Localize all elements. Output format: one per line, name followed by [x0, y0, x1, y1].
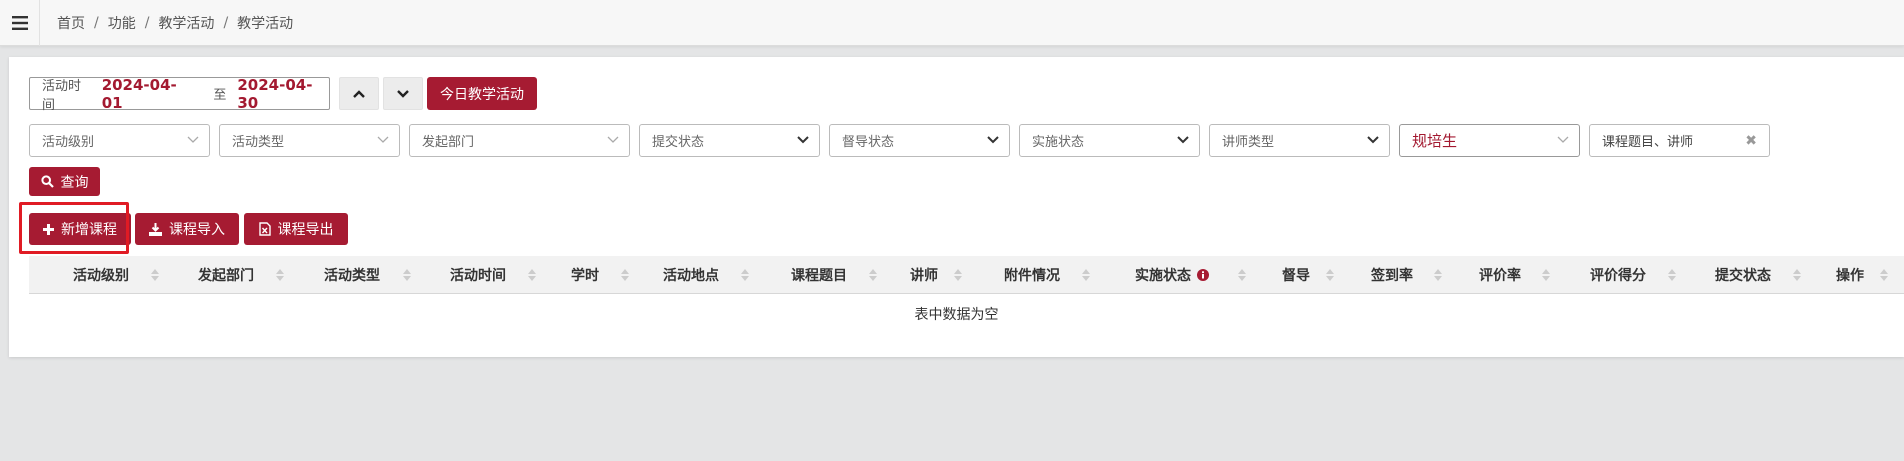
- export-course-label: 课程导出: [277, 222, 334, 238]
- chevron-down-icon: [797, 136, 809, 144]
- activity-type-select[interactable]: 活动类型: [219, 124, 400, 157]
- breadcrumb-separator: /: [94, 15, 99, 31]
- column-header-hours[interactable]: 学时: [571, 256, 599, 294]
- top-bar: 首页 / 功能 / 教学活动 / 教学活动: [0, 0, 1904, 46]
- hamburger-icon: [11, 16, 28, 30]
- search-icon: [40, 175, 54, 188]
- sort-icon[interactable]: [1793, 269, 1801, 281]
- sort-icon[interactable]: [1668, 269, 1676, 281]
- trainee-type-select[interactable]: 规培生: [1399, 124, 1580, 157]
- breadcrumb-home[interactable]: 首页: [57, 13, 85, 33]
- breadcrumb-separator: /: [144, 15, 150, 31]
- import-course-label: 课程导入: [169, 222, 225, 238]
- sort-icon[interactable]: [1880, 269, 1888, 281]
- search-button-label: 查询: [60, 174, 89, 191]
- chevron-down-icon: [1557, 136, 1569, 143]
- menu-toggle-button[interactable]: [0, 0, 40, 46]
- sort-icon[interactable]: [954, 269, 962, 281]
- keyword-search-input[interactable]: 课程题目、讲师 ✖: [1589, 124, 1770, 157]
- activity-level-placeholder: 活动级别: [42, 135, 95, 150]
- table-header: 活动级别 发起部门 活动类型 活动时间 学时 活动地点 课程题目 讲师 附件情况…: [29, 256, 1904, 294]
- column-header-lecturer[interactable]: 讲师: [910, 256, 938, 294]
- column-header-attachments[interactable]: 附件情况: [1004, 256, 1060, 294]
- previous-period-button[interactable]: [339, 77, 379, 110]
- export-course-button[interactable]: 课程导出: [244, 213, 348, 245]
- column-header-actions: 操作: [1836, 268, 1864, 284]
- breadcrumb-separator: /: [223, 15, 229, 31]
- column-header-evaluation-rate[interactable]: 评价率: [1479, 256, 1521, 294]
- column-header-activity-type[interactable]: 活动类型: [324, 256, 380, 294]
- submit-status-select[interactable]: 提交状态: [639, 124, 820, 157]
- lecturer-type-placeholder: 讲师类型: [1222, 135, 1275, 150]
- column-header-submit-status[interactable]: 提交状态: [1715, 256, 1771, 294]
- search-button[interactable]: 查询: [29, 167, 100, 196]
- column-header-attendance-rate[interactable]: 签到率: [1371, 256, 1413, 294]
- column-header-supervision[interactable]: 督导: [1282, 256, 1310, 294]
- sort-icon[interactable]: [403, 269, 411, 281]
- date-end[interactable]: 2024-04-30: [237, 76, 329, 112]
- supervision-status-select[interactable]: 督导状态: [829, 124, 1010, 157]
- department-select[interactable]: 发起部门: [409, 124, 630, 157]
- sort-icon[interactable]: [1542, 269, 1550, 281]
- column-header-implementation-status[interactable]: 实施状态: [1135, 256, 1191, 294]
- breadcrumb-function[interactable]: 功能: [108, 13, 136, 33]
- chevron-up-icon: [353, 89, 365, 98]
- sort-icon[interactable]: [1326, 269, 1334, 281]
- column-header-department[interactable]: 发起部门: [198, 256, 254, 294]
- chevron-down-icon: [987, 136, 999, 144]
- main-panel: 活动时间 2024-04-01 至 2024-04-30 今日教学活动 活动级别…: [9, 57, 1904, 357]
- sort-icon[interactable]: [869, 269, 877, 281]
- breadcrumb: 首页 / 功能 / 教学活动 / 教学活动: [57, 0, 293, 46]
- breadcrumb-current: 教学活动: [237, 16, 294, 32]
- sort-icon[interactable]: [1238, 269, 1246, 281]
- info-icon[interactable]: [1197, 269, 1209, 281]
- trainee-type-value: 规培生: [1412, 132, 1458, 150]
- sort-icon[interactable]: [1082, 269, 1090, 281]
- table-empty-message: 表中数据为空: [914, 307, 999, 323]
- selection-highlight: [19, 202, 129, 254]
- date-range-picker[interactable]: 活动时间 2024-04-01 至 2024-04-30: [29, 76, 330, 113]
- chevron-down-icon: [377, 136, 389, 143]
- activity-level-select[interactable]: 活动级别: [29, 124, 210, 157]
- implementation-status-select[interactable]: 实施状态: [1019, 124, 1200, 157]
- sort-icon[interactable]: [741, 269, 749, 281]
- supervision-status-placeholder: 督导状态: [842, 135, 895, 150]
- keyword-search-placeholder: 课程题目、讲师: [1602, 135, 1694, 150]
- sort-icon[interactable]: [528, 269, 536, 281]
- chevron-down-icon: [1177, 136, 1189, 144]
- chevron-down-icon: [607, 136, 619, 143]
- excel-file-icon: [258, 222, 271, 236]
- submit-status-placeholder: 提交状态: [652, 135, 705, 150]
- next-period-button[interactable]: [383, 77, 423, 110]
- chevron-down-icon: [1367, 136, 1379, 144]
- sort-icon[interactable]: [1434, 269, 1442, 281]
- date-start[interactable]: 2024-04-01: [102, 76, 194, 112]
- today-activities-button[interactable]: 今日教学活动: [427, 77, 537, 110]
- sort-icon[interactable]: [151, 269, 159, 281]
- lecturer-type-select[interactable]: 讲师类型: [1209, 124, 1390, 157]
- column-header-activity-level[interactable]: 活动级别: [73, 256, 129, 294]
- chevron-down-icon: [187, 136, 199, 143]
- implementation-status-placeholder: 实施状态: [1032, 135, 1085, 150]
- column-header-evaluation-score[interactable]: 评价得分: [1590, 256, 1646, 294]
- sort-icon[interactable]: [276, 269, 284, 281]
- breadcrumb-teaching[interactable]: 教学活动: [158, 13, 214, 33]
- download-icon: [149, 222, 162, 236]
- date-range-label: 活动时间: [42, 78, 82, 113]
- department-placeholder: 发起部门: [422, 135, 475, 150]
- date-range-to: 至: [213, 88, 227, 103]
- column-header-activity-time[interactable]: 活动时间: [450, 256, 506, 294]
- import-course-button[interactable]: 课程导入: [135, 213, 239, 245]
- clear-icon[interactable]: ✖: [1745, 133, 1757, 149]
- chevron-down-icon: [397, 89, 409, 98]
- column-header-course-title[interactable]: 课程题目: [791, 256, 847, 294]
- sort-icon[interactable]: [621, 269, 629, 281]
- activity-type-placeholder: 活动类型: [232, 135, 285, 150]
- column-header-location[interactable]: 活动地点: [663, 256, 719, 294]
